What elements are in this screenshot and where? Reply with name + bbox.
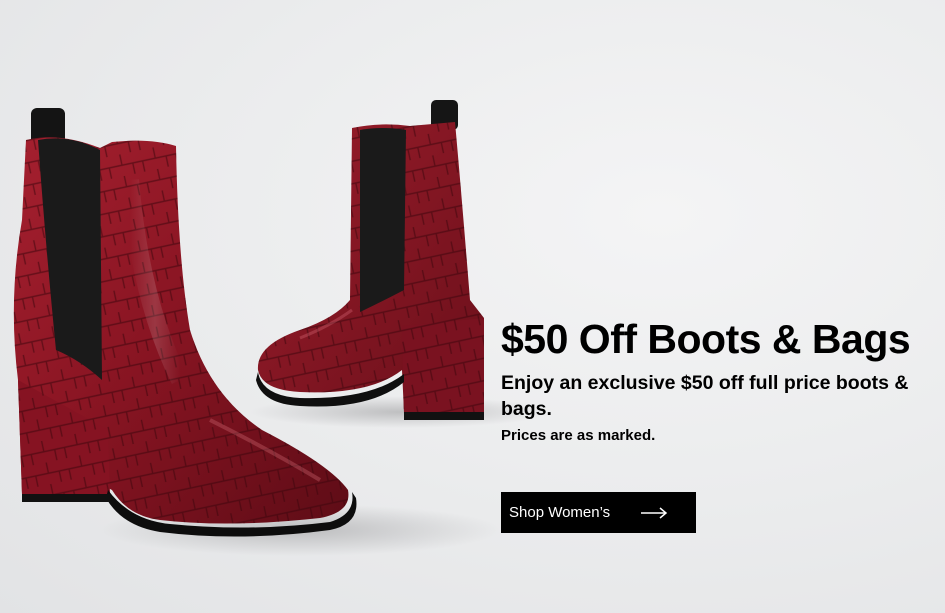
promo-banner[interactable]: $50 Off Boots & Bags Enjoy an exclusive … [0,0,945,613]
promo-note: Prices are as marked. [501,427,656,444]
promo-title: $50 Off Boots & Bags [501,316,911,362]
shop-womens-label: Shop Women’s [509,504,611,521]
front-boot [13,108,357,537]
boots-product-image [13,100,550,556]
promo-subtitle: Enjoy an exclusive $50 off full price bo… [501,372,909,420]
arrow-right-icon [640,506,668,520]
shop-womens-button[interactable]: Shop Women’s [501,492,696,533]
back-boot [256,100,484,420]
